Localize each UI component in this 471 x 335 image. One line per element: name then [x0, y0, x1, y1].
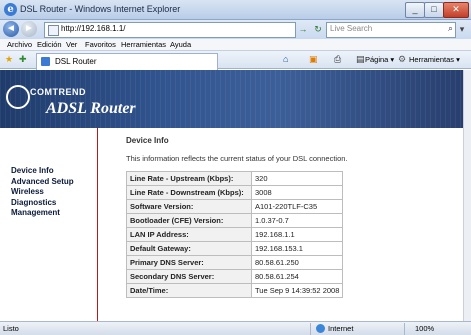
search-input[interactable]: Live Search ⌕	[326, 22, 456, 38]
sidebar-nav: Device Info Advanced Setup Wireless Diag…	[11, 166, 74, 219]
nav-management[interactable]: Management	[11, 208, 74, 219]
row-label: Date/Time:	[126, 283, 252, 298]
menu-bar: Archivo Edición Ver Favoritos Herramient…	[0, 39, 471, 51]
go-button[interactable]: →	[296, 22, 310, 36]
address-row: ◄ ► http://192.168.1.1/ → ↻ Live Search …	[0, 20, 471, 39]
nav-diagnostics[interactable]: Diagnostics	[11, 198, 74, 209]
add-favorites-icon[interactable]: ✚	[19, 54, 27, 65]
table-row: Line Rate - Upstream (Kbps): 320	[126, 171, 344, 186]
tools-gear-icon[interactable]: ⚙	[398, 54, 406, 65]
page-menu-button[interactable]: Página ▾	[365, 55, 394, 64]
row-value: 192.168.1.1	[250, 227, 344, 242]
row-value: 80.58.61.254	[250, 269, 344, 284]
table-row: Default Gateway: 192.168.153.1	[126, 241, 344, 256]
row-label: LAN IP Address:	[126, 227, 252, 242]
sidebar-divider	[97, 128, 98, 321]
router-header-banner: COMTREND ADSL Router	[0, 70, 463, 128]
product-name: ADSL Router	[46, 100, 136, 117]
search-placeholder: Live Search	[330, 24, 373, 33]
ie-logo-icon: e	[4, 3, 17, 16]
page-icon[interactable]: ▤	[356, 54, 365, 65]
table-row: Primary DNS Server: 80.58.61.250	[126, 255, 344, 270]
feeds-icon[interactable]: ▣	[309, 54, 318, 65]
menu-edicion[interactable]: Edición	[37, 40, 62, 49]
tab-dsl-router[interactable]: DSL Router	[36, 53, 218, 70]
table-row: LAN IP Address: 192.168.1.1	[126, 227, 344, 242]
search-icon[interactable]: ⌕	[448, 23, 453, 34]
tab-toolbar-row: ★ ✚ DSL Router ⌂ ▣ ⎙ ▤ Página ▾ ⚙ Herram…	[0, 51, 471, 70]
row-value: Tue Sep 9 14:39:52 2008	[250, 283, 344, 298]
row-value: 80.58.61.250	[250, 255, 344, 270]
sidebar	[0, 128, 98, 321]
table-row: Date/Time: Tue Sep 9 14:39:52 2008	[126, 283, 344, 298]
address-url: http://192.168.1.1/	[61, 24, 126, 33]
vertical-scrollbar[interactable]	[463, 70, 471, 321]
comtrend-logo-icon	[6, 85, 30, 109]
tab-page-icon	[41, 57, 50, 66]
status-text: Listo	[3, 324, 19, 333]
internet-zone-icon	[316, 324, 325, 333]
nav-advanced-setup[interactable]: Advanced Setup	[11, 177, 74, 188]
search-options-icon[interactable]: ▾	[455, 22, 469, 36]
row-value: 320	[250, 171, 344, 186]
favorites-star-icon[interactable]: ★	[5, 54, 13, 65]
row-label: Secondary DNS Server:	[126, 269, 252, 284]
forward-button[interactable]: ►	[21, 21, 37, 37]
row-label: Line Rate - Upstream (Kbps):	[126, 171, 252, 186]
nav-device-info[interactable]: Device Info	[11, 166, 74, 177]
row-label: Bootloader (CFE) Version:	[126, 213, 252, 228]
row-label: Line Rate - Downstream (Kbps):	[126, 185, 252, 200]
security-zone[interactable]: Internet	[328, 324, 353, 333]
table-row: Line Rate - Downstream (Kbps): 3008	[126, 185, 344, 200]
status-bar: Listo Internet 100%	[0, 321, 471, 335]
page-icon	[48, 25, 59, 36]
menu-ayuda[interactable]: Ayuda	[170, 40, 191, 49]
menu-favoritos[interactable]: Favoritos	[85, 40, 116, 49]
back-button[interactable]: ◄	[3, 21, 19, 37]
row-value: 192.168.153.1	[250, 241, 344, 256]
menu-archivo[interactable]: Archivo	[7, 40, 32, 49]
info-description: This information reflects the current st…	[126, 154, 348, 163]
row-label: Primary DNS Server:	[126, 255, 252, 270]
tools-menu-button[interactable]: Herramientas ▾	[409, 55, 460, 64]
nav-wireless[interactable]: Wireless	[11, 187, 74, 198]
table-row: Bootloader (CFE) Version: 1.0.37-0.7	[126, 213, 344, 228]
zoom-level[interactable]: 100%	[415, 324, 434, 333]
row-value: 1.0.37-0.7	[250, 213, 344, 228]
home-icon[interactable]: ⌂	[283, 54, 288, 64]
table-row: Secondary DNS Server: 80.58.61.254	[126, 269, 344, 284]
row-value: 3008	[250, 185, 344, 200]
minimize-button[interactable]: _	[405, 2, 425, 18]
page-title: Device Info	[126, 136, 169, 145]
row-label: Software Version:	[126, 199, 252, 214]
brand-name: COMTREND	[30, 87, 86, 97]
maximize-button[interactable]: □	[424, 2, 444, 18]
close-button[interactable]: ✕	[443, 2, 469, 18]
refresh-button[interactable]: ↻	[311, 22, 325, 36]
row-label: Default Gateway:	[126, 241, 252, 256]
row-value: A101-220TLF-C35	[250, 199, 344, 214]
tab-label: DSL Router	[55, 57, 97, 66]
menu-herramientas[interactable]: Herramientas	[121, 40, 166, 49]
table-row: Software Version: A101-220TLF-C35	[126, 199, 344, 214]
device-info-table: Line Rate - Upstream (Kbps): 320 Line Rat…	[126, 171, 344, 298]
page-content: COMTREND ADSL Router Device Info Advance…	[0, 70, 463, 321]
window-title-bar: e DSL Router - Windows Internet Explorer…	[0, 0, 471, 20]
menu-ver[interactable]: Ver	[66, 40, 77, 49]
window-title: DSL Router - Windows Internet Explorer	[20, 4, 181, 14]
address-input[interactable]: http://192.168.1.1/	[44, 22, 296, 38]
print-icon[interactable]: ⎙	[334, 54, 341, 65]
